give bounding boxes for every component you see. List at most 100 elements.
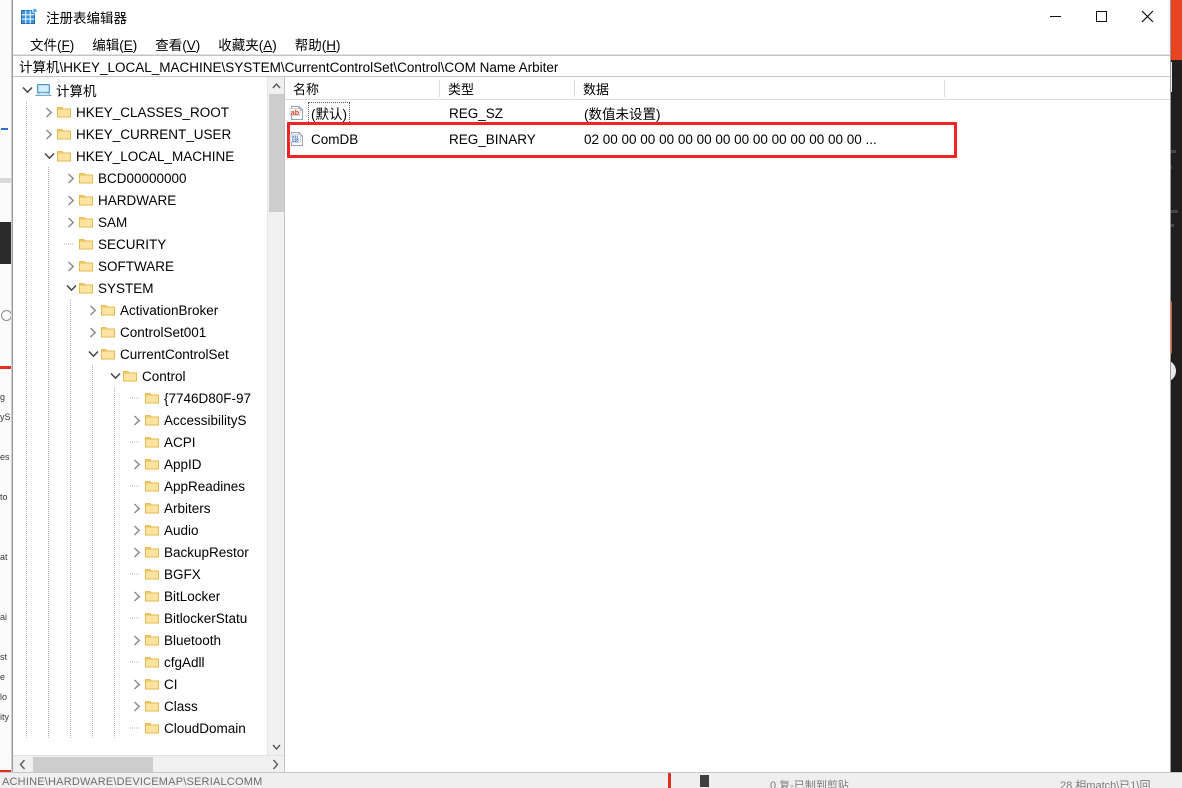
tree-item[interactable]: HKEY_CLASSES_ROOT [13, 101, 267, 123]
tree-item-label: SAM [98, 214, 128, 230]
tree-item[interactable]: SOFTWARE [13, 255, 267, 277]
tree-item[interactable]: BCD00000000 [13, 167, 267, 189]
tree-item[interactable]: cfgAdll [13, 651, 267, 673]
tree-item[interactable]: Audio [13, 519, 267, 541]
tree-item[interactable]: ControlSet001 [13, 321, 267, 343]
chevron-down-icon[interactable] [19, 79, 35, 101]
tree-guide-line [70, 563, 71, 585]
chevron-right-icon[interactable] [41, 101, 57, 123]
tree-horizontal-scrollbar[interactable] [13, 755, 284, 773]
tree-guide-line [70, 299, 71, 321]
chevron-down-icon[interactable] [85, 343, 101, 365]
folder-icon [79, 260, 93, 272]
tree-item[interactable]: CloudDomain [13, 717, 267, 739]
scroll-up-arrow-icon[interactable] [268, 77, 285, 94]
chevron-right-icon[interactable] [63, 167, 79, 189]
tree-indent-spacer [13, 255, 63, 277]
chevron-right-icon[interactable] [129, 497, 145, 519]
scroll-left-arrow-icon[interactable] [13, 756, 31, 774]
chevron-right-icon[interactable] [129, 695, 145, 717]
address-bar[interactable]: 计算机\HKEY_LOCAL_MACHINE\SYSTEM\CurrentCon… [13, 55, 1170, 77]
column-header-type[interactable]: 类型 [440, 77, 575, 100]
column-header-name[interactable]: 名称 [285, 77, 440, 100]
tree-item[interactable]: {7746D80F-97 [13, 387, 267, 409]
chevron-right-icon[interactable] [63, 189, 79, 211]
tree-item[interactable]: BackupRestor [13, 541, 267, 563]
folder-icon [101, 304, 115, 316]
tree-guide-line [48, 233, 49, 255]
tree-guide-line [26, 123, 27, 145]
tree-item[interactable]: SAM [13, 211, 267, 233]
tree-item[interactable]: Class [13, 695, 267, 717]
scroll-down-arrow-icon[interactable] [268, 738, 285, 755]
folder-icon [145, 568, 159, 580]
tree-guide-line [48, 321, 49, 343]
tree-indent-spacer [13, 541, 129, 563]
tree-hscroll-track[interactable] [31, 756, 266, 774]
menu-view[interactable]: 查看(V) [146, 33, 209, 55]
tree-item[interactable]: ActivationBroker [13, 299, 267, 321]
chevron-right-icon[interactable] [129, 629, 145, 651]
tree-indent-spacer [13, 123, 41, 145]
tree-item[interactable]: Bluetooth [13, 629, 267, 651]
tree-guide-line [92, 585, 93, 607]
tree-item[interactable]: AppReadines [13, 475, 267, 497]
tree-vertical-scrollbar[interactable] [267, 77, 284, 755]
tree-item[interactable]: ACPI [13, 431, 267, 453]
chevron-right-icon[interactable] [129, 541, 145, 563]
tree-guide-line [48, 343, 49, 365]
tree-item[interactable]: HARDWARE [13, 189, 267, 211]
chevron-right-icon[interactable] [63, 255, 79, 277]
tree-guide-line [26, 717, 27, 739]
chevron-right-icon[interactable] [129, 585, 145, 607]
tree-item[interactable]: SECURITY [13, 233, 267, 255]
close-button[interactable] [1124, 0, 1170, 33]
tree-item[interactable]: 计算机 [13, 79, 267, 101]
tree-item[interactable]: SYSTEM [13, 277, 267, 299]
tree-guide-line [114, 387, 115, 409]
registry-editor-icon [21, 8, 38, 25]
chevron-right-icon[interactable] [129, 453, 145, 475]
tree-item[interactable]: BitlockerStatu [13, 607, 267, 629]
menu-favorites[interactable]: 收藏夹(A) [209, 33, 286, 55]
tree-item[interactable]: HKEY_LOCAL_MACHINE [13, 145, 267, 167]
tree-item[interactable]: BGFX [13, 563, 267, 585]
tree-scroll-track[interactable] [268, 94, 285, 738]
tree-item[interactable]: CurrentControlSet [13, 343, 267, 365]
tree-guide-line [70, 453, 71, 475]
scroll-right-arrow-icon[interactable] [266, 756, 284, 774]
value-row[interactable]: 011 110 ComDB REG_BINARY 02 00 00 00 00 00 0… [285, 126, 1170, 152]
menu-help[interactable]: 帮助(H) [286, 33, 350, 55]
chevron-down-icon[interactable] [63, 277, 79, 299]
column-header-data[interactable]: 数据 [575, 77, 945, 100]
tree-scroll-thumb[interactable] [268, 94, 284, 212]
menu-edit[interactable]: 编辑(E) [83, 33, 146, 55]
maximize-button[interactable] [1078, 0, 1124, 33]
tree-item-label: SYSTEM [98, 280, 154, 296]
chevron-right-icon[interactable] [85, 299, 101, 321]
chevron-right-icon[interactable] [63, 211, 79, 233]
chevron-down-icon[interactable] [107, 365, 123, 387]
tree-item[interactable]: CI [13, 673, 267, 695]
chevron-down-icon[interactable] [41, 145, 57, 167]
window-titlebar[interactable]: 注册表编辑器 [13, 0, 1170, 33]
chevron-right-icon[interactable] [129, 519, 145, 541]
value-row[interactable]: ab (默认) REG_SZ (数值未设置) [285, 100, 1170, 126]
tree-indent-spacer [13, 453, 129, 475]
chevron-right-icon[interactable] [129, 409, 145, 431]
tree-item[interactable]: BitLocker [13, 585, 267, 607]
tree-item[interactable]: AppID [13, 453, 267, 475]
folder-icon [57, 150, 71, 162]
chevron-right-icon[interactable] [129, 673, 145, 695]
tree-item[interactable]: Arbiters [13, 497, 267, 519]
tree-guide-line [92, 431, 93, 453]
menu-file[interactable]: 文件(F) [21, 33, 83, 55]
minimize-button[interactable] [1032, 0, 1078, 33]
tree-item[interactable]: AccessibilityS [13, 409, 267, 431]
content-split: 计算机 HKEY_CLASSES_ROOT HKEY_CURRENT_USER HKE… [13, 77, 1170, 773]
tree-item[interactable]: HKEY_CURRENT_USER [13, 123, 267, 145]
chevron-right-icon[interactable] [85, 321, 101, 343]
tree-hscroll-thumb[interactable] [33, 756, 153, 773]
chevron-right-icon[interactable] [41, 123, 57, 145]
tree-item[interactable]: Control [13, 365, 267, 387]
